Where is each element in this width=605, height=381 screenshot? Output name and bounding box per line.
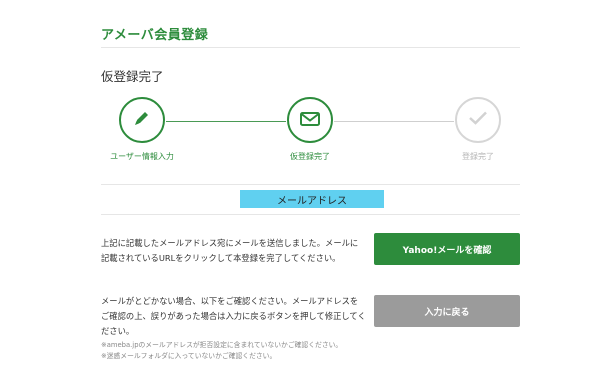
- send-confirmation-message: 上記に記載したメールアドレス宛にメールを送信しました。メールに記載されているUR…: [101, 238, 359, 263]
- step-label: 仮登録完了: [290, 152, 330, 161]
- step-circle: [287, 97, 333, 143]
- step-heading: 仮登録完了: [101, 69, 164, 84]
- email-address-field: メールアドレス: [240, 190, 384, 208]
- note-reject-setting: ※ameba.jpのメールアドレスが拒否設定に含まれていないかご確認ください。: [101, 341, 343, 349]
- envelope-icon: [300, 111, 320, 130]
- page-title: アメーバ会員登録: [101, 28, 209, 43]
- check-yahoo-mail-button[interactable]: Yahoo!メールを確認: [374, 233, 520, 265]
- check-icon: [468, 110, 488, 130]
- back-to-input-button[interactable]: 入力に戻る: [374, 295, 520, 327]
- step-circle: [455, 97, 501, 143]
- note-spam-folder: ※迷惑メールフォルダに入っていないかご確認ください。: [101, 352, 277, 360]
- step-connector-1: [166, 121, 286, 122]
- step-connector-2: [334, 121, 454, 122]
- section-divider-bottom: [101, 214, 520, 215]
- header-divider: [101, 47, 520, 48]
- step-label: 登録完了: [462, 152, 494, 161]
- section-divider-top: [101, 184, 520, 185]
- step-label: ユーザー情報入力: [110, 152, 174, 161]
- pencil-icon: [132, 108, 152, 132]
- step-circle: [119, 97, 165, 143]
- not-received-message: メールがとどかない場合、以下をご確認ください。メールアドレスをご確認の上、誤りが…: [101, 296, 366, 336]
